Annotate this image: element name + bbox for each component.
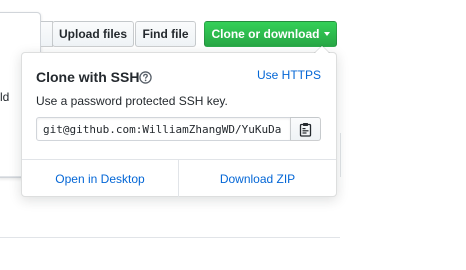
clone-panel-description: Use a password protected SSH key.: [36, 94, 228, 108]
question-circle-icon[interactable]: [139, 71, 152, 84]
clone-or-download-label: Clone or download: [211, 27, 320, 41]
copy-to-clipboard-button[interactable]: [290, 117, 321, 141]
background-divider: [0, 237, 340, 238]
background-text-fragment: ld: [0, 90, 10, 104]
download-zip-link[interactable]: Download ZIP: [179, 160, 336, 197]
upload-files-button[interactable]: Upload files: [52, 21, 134, 47]
find-file-button[interactable]: Find file: [135, 21, 196, 47]
clone-or-download-button[interactable]: Clone or download: [204, 21, 337, 47]
dropdown-pointer: [314, 45, 330, 53]
clone-panel-title: Clone with SSH: [36, 69, 140, 85]
clone-url-input[interactable]: [36, 117, 291, 141]
use-https-link[interactable]: Use HTTPS: [257, 68, 321, 82]
caret-down-icon: [323, 32, 330, 36]
clone-dropdown-panel: Clone with SSH Use HTTPS Use a password …: [21, 45, 337, 197]
background-divider: [0, 176, 22, 177]
open-in-desktop-link[interactable]: Open in Desktop: [22, 160, 178, 197]
clipboard-icon: [299, 122, 312, 137]
